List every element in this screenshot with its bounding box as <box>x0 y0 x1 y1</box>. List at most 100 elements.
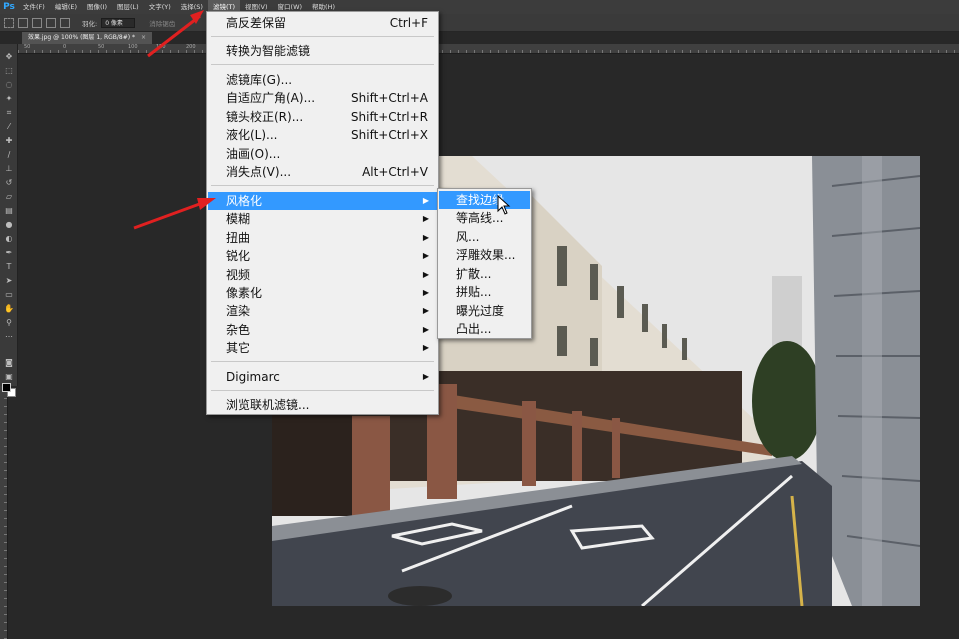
menu-item-filter-gallery[interactable]: 滤镜库(G)... <box>208 71 437 89</box>
document-title: 效果.jpg @ 100% (图层 1, RGB/8#) * <box>28 34 135 41</box>
ruler-label: 200 <box>186 44 196 50</box>
menu-separator <box>211 185 434 186</box>
screen-mode-icon[interactable]: ▣ <box>3 372 15 382</box>
menu-item-label: 扭曲 <box>226 231 251 245</box>
menu-item-label: 液化(L)... <box>226 128 278 142</box>
menu-item-shortcut: Alt+Ctrl+V <box>362 165 428 179</box>
lasso-tool-icon[interactable]: ◌ <box>3 80 15 90</box>
brush-tool-icon[interactable]: ∕ <box>3 150 15 160</box>
more-tools-icon[interactable]: … <box>3 330 15 340</box>
submenu-item-find-edges[interactable]: 查找边缘 <box>439 191 530 209</box>
horizontal-ruler[interactable]: 50 0 50 100 150 200 <box>18 44 959 54</box>
subtract-selection-icon[interactable] <box>46 17 56 28</box>
menu-item-shortcut: Shift+Ctrl+A <box>351 91 428 105</box>
ruler-label: 150 <box>156 44 166 50</box>
menu-item-vanishing-point[interactable]: 消失点(V)... Alt+Ctrl+V <box>208 163 437 181</box>
foreground-color-swatch[interactable] <box>2 383 11 392</box>
antialias-label[interactable]: 消除锯齿 <box>149 18 175 28</box>
feather-label: 羽化: <box>82 19 98 28</box>
submenu-item-wind[interactable]: 风... <box>439 228 530 246</box>
menu-item-digimarc[interactable]: Digimarc ▶ <box>208 368 437 386</box>
menu-edit[interactable]: 编辑(E) <box>50 0 82 14</box>
menu-item-convert-smart-filter[interactable]: 转换为智能滤镜 <box>208 42 437 60</box>
clone-stamp-icon[interactable]: ⊥ <box>3 164 15 174</box>
ruler-label: 50 <box>98 44 105 50</box>
submenu-item-solarize[interactable]: 曝光过度 <box>439 302 530 320</box>
vertical-ruler[interactable] <box>0 386 8 639</box>
menu-separator <box>211 390 434 391</box>
menu-item-label: 滤镜库(G)... <box>226 73 293 87</box>
menu-item-sharpen[interactable]: 锐化 ▶ <box>208 247 437 265</box>
ruler-label: 0 <box>63 44 67 50</box>
menu-item-distort[interactable]: 扭曲 ▶ <box>208 229 437 247</box>
menu-item-liquify[interactable]: 液化(L)... Shift+Ctrl+X <box>208 126 437 144</box>
menu-item-lens-correction[interactable]: 镜头校正(R)... Shift+Ctrl+R <box>208 108 437 126</box>
feather-input[interactable]: 0 像素 <box>101 17 136 28</box>
submenu-arrow-icon: ▶ <box>422 343 429 352</box>
menu-bar: Ps 文件(F) 编辑(E) 图像(I) 图层(L) 文字(Y) 选择(S) 滤… <box>0 0 959 14</box>
menu-item-label: 自适应广角(A)... <box>226 91 316 105</box>
dodge-tool-icon[interactable]: ◐ <box>3 234 15 244</box>
menu-item-render[interactable]: 渲染 ▶ <box>208 302 437 320</box>
close-icon[interactable]: × <box>141 34 146 41</box>
marquee-tool-icon[interactable]: ⬚ <box>3 66 15 76</box>
type-tool-icon[interactable]: T <box>3 262 15 272</box>
document-tab[interactable]: 效果.jpg @ 100% (图层 1, RGB/8#) * × <box>22 32 153 44</box>
submenu-arrow-icon: ▶ <box>422 214 429 223</box>
history-brush-icon[interactable]: ↺ <box>3 178 15 188</box>
submenu-item-tiles[interactable]: 拼贴... <box>439 283 530 301</box>
tools-panel: ✥ ⬚ ◌ ✦ ⌗ ⁄ ✚ ∕ ⊥ ↺ ▱ ▤ ● ◐ ✒ T ➤ ▭ ✋ ⚲ … <box>0 44 18 397</box>
menu-item-video[interactable]: 视频 ▶ <box>208 266 437 284</box>
menu-item-browse-online-filters[interactable]: 浏览联机滤镜... <box>208 396 437 414</box>
menu-item-other[interactable]: 其它 ▶ <box>208 339 437 357</box>
menu-item-oil-paint[interactable]: 油画(O)... <box>208 145 437 163</box>
menu-type[interactable]: 文字(Y) <box>144 0 176 14</box>
submenu-item-diffuse[interactable]: 扩散... <box>439 265 530 283</box>
eyedropper-icon[interactable]: ⁄ <box>3 122 15 132</box>
magic-wand-icon[interactable]: ✦ <box>3 94 15 104</box>
marquee-tool-icon[interactable] <box>4 17 14 28</box>
mouse-pointer-icon <box>497 195 511 215</box>
menu-item-label: 锐化 <box>226 249 251 263</box>
quick-mask-icon[interactable]: ◙ <box>3 358 15 368</box>
submenu-arrow-icon: ▶ <box>422 233 429 242</box>
healing-brush-icon[interactable]: ✚ <box>3 136 15 146</box>
submenu-arrow-icon: ▶ <box>422 270 429 279</box>
ruler-label: 100 <box>128 44 138 50</box>
zoom-tool-icon[interactable]: ⚲ <box>3 318 15 328</box>
menu-item-label: 风格化 <box>226 194 263 208</box>
add-selection-icon[interactable] <box>32 17 42 28</box>
menu-item-last-filter[interactable]: 高反差保留 Ctrl+F <box>208 14 437 32</box>
menu-item-label: 模糊 <box>226 212 251 226</box>
hand-tool-icon[interactable]: ✋ <box>3 304 15 314</box>
menu-item-noise[interactable]: 杂色 ▶ <box>208 321 437 339</box>
photoshop-logo[interactable]: Ps <box>0 0 18 14</box>
menu-layer[interactable]: 图层(L) <box>112 0 144 14</box>
menu-item-adaptive-wide-angle[interactable]: 自适应广角(A)... Shift+Ctrl+A <box>208 89 437 107</box>
intersect-selection-icon[interactable] <box>60 17 70 28</box>
submenu-item-contour[interactable]: 等高线... <box>439 209 530 227</box>
menu-item-pixelate[interactable]: 像素化 ▶ <box>208 284 437 302</box>
rectangle-tool-icon[interactable]: ▭ <box>3 290 15 300</box>
submenu-arrow-icon: ▶ <box>422 251 429 260</box>
eraser-tool-icon[interactable]: ▱ <box>3 192 15 202</box>
new-selection-icon[interactable] <box>18 17 28 28</box>
menu-item-blur[interactable]: 模糊 ▶ <box>208 210 437 228</box>
annotation-arrow-stylize <box>133 198 216 230</box>
menu-image[interactable]: 图像(I) <box>82 0 112 14</box>
blur-tool-icon[interactable]: ● <box>3 220 15 230</box>
menu-item-label: 镜头校正(R)... <box>226 110 304 124</box>
menu-item-stylize[interactable]: 风格化 ▶ <box>208 192 437 210</box>
path-selection-icon[interactable]: ➤ <box>3 276 15 286</box>
menu-select[interactable]: 选择(S) <box>176 0 208 14</box>
crop-tool-icon[interactable]: ⌗ <box>3 108 15 118</box>
menu-file[interactable]: 文件(F) <box>18 0 50 14</box>
gradient-tool-icon[interactable]: ▤ <box>3 206 15 216</box>
menu-item-shortcut: Ctrl+F <box>389 16 428 30</box>
options-bar: 羽化: 0 像素 消除锯齿 <box>0 14 959 32</box>
pen-tool-icon[interactable]: ✒ <box>3 248 15 258</box>
submenu-arrow-icon: ▶ <box>422 306 429 315</box>
submenu-item-extrude[interactable]: 凸出... <box>439 320 530 338</box>
submenu-item-emboss[interactable]: 浮雕效果... <box>439 246 530 264</box>
move-tool-icon[interactable]: ✥ <box>3 52 15 62</box>
